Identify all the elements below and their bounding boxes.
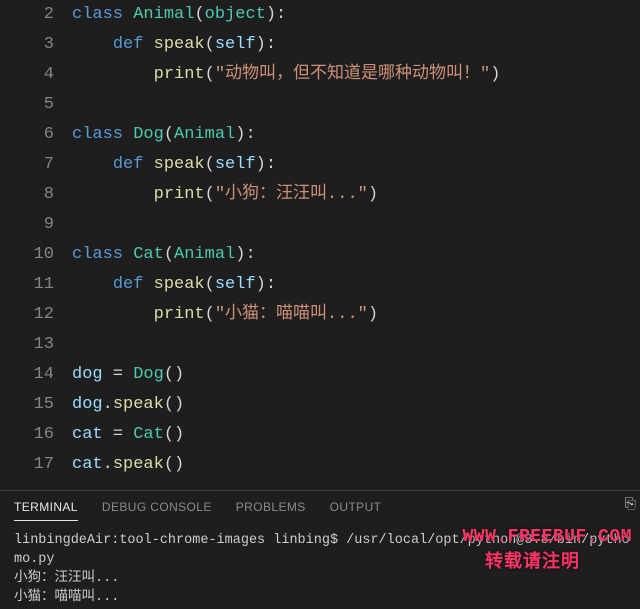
code-line[interactable]: dog.speak() bbox=[72, 390, 640, 420]
code-line[interactable]: class Dog(Animal): bbox=[72, 120, 640, 150]
line-number: 16 bbox=[0, 420, 54, 450]
code-line[interactable]: cat.speak() bbox=[72, 450, 640, 480]
code-line[interactable]: def speak(self): bbox=[72, 270, 640, 300]
code-line[interactable]: print("小猫：喵喵叫...") bbox=[72, 300, 640, 330]
line-number: 5 bbox=[0, 90, 54, 120]
code-line[interactable]: class Cat(Animal): bbox=[72, 240, 640, 270]
tab-problems[interactable]: PROBLEMS bbox=[236, 496, 306, 521]
line-number: 7 bbox=[0, 150, 54, 180]
terminal-output[interactable]: linbingdeAir:tool-chrome-images linbing$… bbox=[0, 521, 640, 607]
line-number: 17 bbox=[0, 450, 54, 480]
tab-output[interactable]: OUTPUT bbox=[330, 496, 382, 521]
code-line[interactable]: def speak(self): bbox=[72, 150, 640, 180]
line-number: 4 bbox=[0, 60, 54, 90]
code-line[interactable]: print("小狗：汪汪叫...") bbox=[72, 180, 640, 210]
line-number-gutter: 234567891011121314151617 bbox=[0, 0, 72, 490]
line-number: 10 bbox=[0, 240, 54, 270]
line-number: 13 bbox=[0, 330, 54, 360]
line-number: 11 bbox=[0, 270, 54, 300]
line-number: 14 bbox=[0, 360, 54, 390]
line-number: 8 bbox=[0, 180, 54, 210]
bottom-panel: TERMINAL DEBUG CONSOLE PROBLEMS OUTPUT ⎘… bbox=[0, 490, 640, 609]
code-line[interactable]: cat = Cat() bbox=[72, 420, 640, 450]
line-number: 9 bbox=[0, 210, 54, 240]
code-line[interactable] bbox=[72, 210, 640, 240]
terminal-line: 小狗：汪汪叫... bbox=[14, 569, 626, 588]
code-line[interactable] bbox=[72, 90, 640, 120]
tab-debug-console[interactable]: DEBUG CONSOLE bbox=[102, 496, 212, 521]
code-editor[interactable]: 234567891011121314151617 class Animal(ob… bbox=[0, 0, 640, 490]
code-line[interactable]: class Animal(object): bbox=[72, 0, 640, 30]
panel-action-icon[interactable]: ⎘ bbox=[625, 497, 636, 513]
code-area[interactable]: class Animal(object): def speak(self): p… bbox=[72, 0, 640, 490]
tab-terminal[interactable]: TERMINAL bbox=[14, 496, 78, 521]
panel-tabs: TERMINAL DEBUG CONSOLE PROBLEMS OUTPUT bbox=[0, 491, 640, 521]
line-number: 3 bbox=[0, 30, 54, 60]
code-line[interactable]: print("动物叫，但不知道是哪种动物叫！") bbox=[72, 60, 640, 90]
line-number: 12 bbox=[0, 300, 54, 330]
code-line[interactable]: dog = Dog() bbox=[72, 360, 640, 390]
code-line[interactable] bbox=[72, 330, 640, 360]
terminal-line: mo.py bbox=[14, 550, 626, 569]
terminal-line: 小猫：喵喵叫... bbox=[14, 588, 626, 607]
terminal-line: linbingdeAir:tool-chrome-images linbing$… bbox=[14, 531, 626, 550]
code-line[interactable]: def speak(self): bbox=[72, 30, 640, 60]
line-number: 6 bbox=[0, 120, 54, 150]
line-number: 2 bbox=[0, 0, 54, 30]
line-number: 15 bbox=[0, 390, 54, 420]
